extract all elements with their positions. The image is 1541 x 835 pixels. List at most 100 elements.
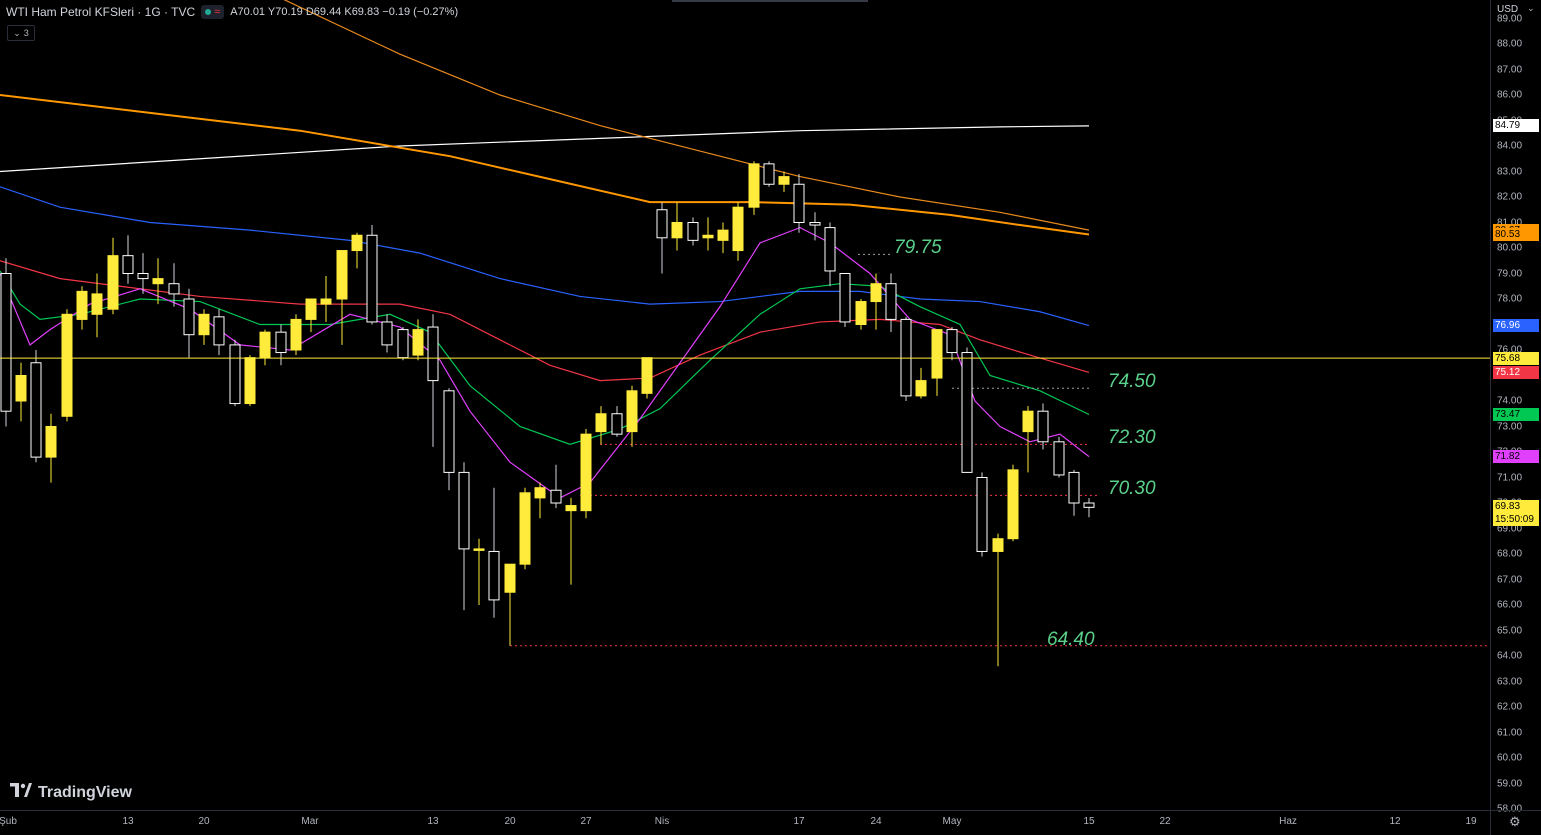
price-tick-label: 73.00 xyxy=(1497,421,1523,432)
price-tick-label: 64.00 xyxy=(1497,650,1523,662)
candle xyxy=(397,327,409,361)
candle-body xyxy=(656,209,668,239)
chart-settings-corner[interactable]: ⚙ xyxy=(1490,810,1541,835)
candle xyxy=(61,309,73,422)
candle xyxy=(839,273,851,328)
candle-body xyxy=(168,283,180,295)
price-tick-label: 78.00 xyxy=(1497,293,1523,305)
candle-body xyxy=(381,321,393,346)
candle xyxy=(15,362,27,422)
chevron-down-icon[interactable]: ⌄ xyxy=(1527,3,1535,14)
candle xyxy=(565,497,577,585)
candle-body xyxy=(198,313,210,336)
price-tick-label: 88.00 xyxy=(1497,38,1523,50)
candle-body xyxy=(976,477,988,552)
candle xyxy=(976,472,988,557)
candle xyxy=(611,406,623,437)
level-annotation[interactable]: 74.50 xyxy=(1108,371,1156,393)
symbol-title[interactable]: WTI Ham Petrol KFSleri · 1G · TVC xyxy=(6,5,195,19)
bar-countdown: 15:50:09 xyxy=(1495,514,1534,526)
candle-body xyxy=(641,357,653,394)
candle-body xyxy=(15,375,27,402)
indicators-collapse-button[interactable]: ⌄ 3 xyxy=(7,25,35,41)
candle xyxy=(702,217,714,251)
moving-average-line[interactable] xyxy=(0,125,1090,173)
time-tick-label: 20 xyxy=(504,816,516,827)
candle-body xyxy=(1083,502,1095,508)
tradingview-logo[interactable]: TradingView xyxy=(10,783,132,802)
price-tick-label: 63.00 xyxy=(1497,676,1523,687)
candle xyxy=(763,161,775,187)
price-tick-label: 60.00 xyxy=(1497,752,1523,764)
support-resistance-levels xyxy=(510,253,1490,647)
candle-body xyxy=(458,471,470,550)
gear-icon[interactable]: ⚙ xyxy=(1509,814,1521,830)
time-tick-label: 19 xyxy=(1465,816,1477,827)
candle xyxy=(1053,436,1065,478)
candle xyxy=(809,212,821,241)
candle-body xyxy=(717,229,729,241)
time-tick-label: Nis xyxy=(654,816,670,827)
price-badge: 75.68 xyxy=(1493,351,1539,365)
moving-average-line[interactable] xyxy=(0,270,1090,445)
candle-body xyxy=(732,206,744,252)
time-tick-label: 22 xyxy=(1159,816,1171,827)
price-chart[interactable] xyxy=(0,0,1490,810)
time-tick-label: 12 xyxy=(1389,816,1401,827)
candle-body xyxy=(519,492,531,565)
candle xyxy=(45,413,57,483)
level-annotation[interactable]: 64.40 xyxy=(1047,629,1095,651)
candle-body xyxy=(839,273,851,323)
candle-body xyxy=(1068,471,1080,504)
level-annotation[interactable]: 79.75 xyxy=(894,237,942,259)
candle-body xyxy=(504,563,516,593)
candle xyxy=(229,339,241,407)
candle-body xyxy=(931,329,943,379)
candle-body xyxy=(748,163,760,208)
candle xyxy=(427,314,439,447)
price-tick-label: 68.00 xyxy=(1497,548,1523,560)
symbol-legend[interactable]: WTI Ham Petrol KFSleri · 1G · TVC ≈ A70.… xyxy=(6,5,458,19)
candle-body xyxy=(855,301,867,325)
price-tick-label: 74.00 xyxy=(1497,395,1523,407)
candle xyxy=(473,538,485,605)
candle xyxy=(550,464,562,509)
candle-body xyxy=(152,278,164,285)
candle-body xyxy=(76,290,88,320)
moving-average-line[interactable] xyxy=(0,94,1090,236)
last-price-badge: 69.83 15:50:09 xyxy=(1493,500,1539,527)
price-tick-label: 65.00 xyxy=(1497,625,1523,636)
level-annotation[interactable]: 72.30 xyxy=(1108,427,1156,449)
tradingview-logo-icon xyxy=(10,783,32,802)
candle xyxy=(793,174,805,233)
candle-body xyxy=(275,331,287,354)
price-badge: 75.12 xyxy=(1493,365,1539,379)
level-annotation[interactable]: 70.30 xyxy=(1108,478,1156,500)
candle xyxy=(961,347,973,473)
candle xyxy=(992,533,1004,667)
candle-body xyxy=(351,234,363,252)
candle-body xyxy=(290,318,302,351)
candle-body xyxy=(107,255,119,310)
candle xyxy=(748,161,760,215)
candle xyxy=(534,482,546,519)
candle-body xyxy=(915,380,927,397)
time-tick-label: May xyxy=(942,816,962,827)
price-tick-label: 59.00 xyxy=(1497,778,1523,789)
candle xyxy=(290,314,302,356)
market-status-dot-icon xyxy=(205,9,212,15)
price-tick-label: 62.00 xyxy=(1497,701,1523,713)
candle xyxy=(351,232,363,269)
candle-body xyxy=(443,390,455,473)
price-tick-label: 87.00 xyxy=(1497,64,1523,75)
candle-body xyxy=(488,550,500,601)
price-axis[interactable]: USD ⌄ 89.0088.0087.0086.0085.0084.0083.0… xyxy=(1490,0,1541,815)
price-badge: 73.47 xyxy=(1493,408,1539,421)
price-tick-label: 82.00 xyxy=(1497,191,1523,203)
candle xyxy=(931,329,943,396)
time-axis[interactable]: Şub 13 20 Mar 13 20 27 Nis 17 24 May 15 22 Haz 12 19 xyxy=(0,810,1490,835)
top-tab-indicator xyxy=(672,0,868,2)
candle-body xyxy=(45,426,57,458)
moving-average-line[interactable] xyxy=(270,0,1090,231)
candle xyxy=(381,314,393,353)
